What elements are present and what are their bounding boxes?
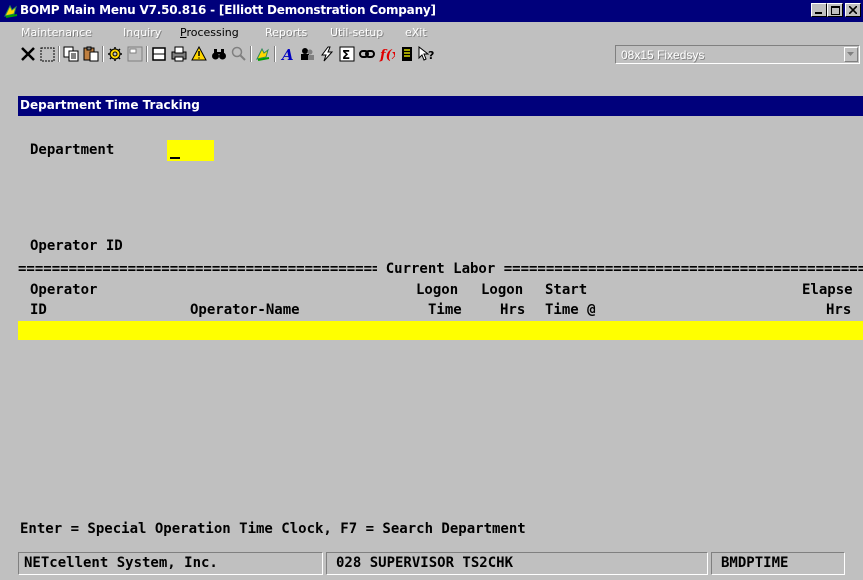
svg-text:?: ? — [428, 49, 434, 62]
elliott-logo-icon — [256, 47, 270, 61]
menu-inquiry[interactable]: Inquiry — [123, 26, 161, 39]
window-title: BOMP Main Menu V7.50.816 - [Elliott Demo… — [20, 3, 436, 17]
col-logon-2: Logon — [481, 282, 524, 298]
sigma-icon: Σ — [339, 46, 355, 62]
menu-util-setup[interactable]: Util-setup — [330, 26, 383, 39]
svg-text:A: A — [280, 46, 294, 62]
window-icon — [152, 47, 166, 61]
title-bar: BOMP Main Menu V7.50.816 - [Elliott Demo… — [0, 0, 863, 22]
status-company-panel: NETcellent System, Inc. — [18, 552, 323, 575]
calculator-tool-button[interactable]: Σ — [338, 45, 356, 63]
status-program: BMDPTIME — [721, 555, 789, 571]
lightning-icon — [321, 46, 334, 62]
select-tool-button[interactable] — [38, 45, 56, 63]
menu-maintenance[interactable]: Maintenance — [21, 26, 92, 39]
status-user: 028 SUPERVISOR TS2CHK — [336, 555, 514, 571]
help-pointer-icon: ? — [418, 46, 434, 62]
font-select[interactable]: 08x15 Fixedsys — [615, 45, 860, 64]
menu-bar: Maintenance Inquiry Processing Reports U… — [0, 22, 863, 42]
window-tool-button[interactable] — [150, 45, 168, 63]
form-icon — [127, 46, 143, 62]
text-cursor — [170, 157, 180, 159]
print-icon — [171, 46, 187, 62]
elliott-tool-button[interactable] — [254, 45, 272, 63]
screen-title: Department Time Tracking — [20, 98, 200, 112]
col-logon: Logon — [416, 282, 459, 298]
warning-tool-button[interactable] — [190, 45, 208, 63]
x-icon — [21, 47, 35, 61]
elliott-app-icon[interactable] — [3, 3, 19, 19]
col-start: Start — [545, 282, 588, 298]
col-time: Time — [428, 302, 462, 318]
close-icon — [849, 6, 857, 14]
users-icon — [301, 48, 314, 60]
svg-text:Σ: Σ — [342, 48, 350, 62]
maximize-button[interactable] — [827, 3, 843, 17]
font-select-value: 08x15 Fixedsys — [621, 48, 705, 62]
status-company: NETcellent System, Inc. — [24, 555, 218, 571]
menu-processing[interactable]: Processing — [180, 26, 239, 39]
selected-table-row[interactable] — [18, 321, 863, 340]
warning-icon — [191, 46, 207, 61]
binoculars-icon — [212, 49, 226, 60]
font-tool-button[interactable]: A — [278, 45, 296, 63]
col-id: ID — [30, 302, 47, 318]
copy-icon — [63, 46, 79, 62]
function-icon: f(x) — [379, 48, 395, 62]
operator-id-label: Operator ID — [30, 238, 123, 254]
function-tool-button[interactable]: f(x) — [378, 45, 396, 63]
toolbar: A Σ f(x) ? 08x15 Fixedsys — [0, 42, 863, 66]
terminal-area: Department Operator ID =================… — [18, 116, 863, 538]
settings-tool-button[interactable] — [106, 45, 124, 63]
col-time-at: Time @ — [545, 302, 596, 318]
col-operator-name: Operator-Name — [190, 302, 300, 318]
magnifier-icon — [231, 46, 246, 61]
help-tool-button[interactable]: ? — [418, 45, 436, 63]
help-line: Enter = Special Operation Time Clock, F7… — [20, 521, 526, 537]
maximize-icon — [830, 5, 840, 15]
form-tool-button[interactable] — [126, 45, 144, 63]
col-operator: Operator — [30, 282, 98, 298]
department-input[interactable] — [167, 140, 214, 161]
font-select-arrow[interactable] — [844, 47, 858, 62]
minimize-icon — [815, 12, 822, 14]
select-region-icon — [40, 47, 54, 61]
gear-icon — [108, 47, 122, 61]
status-bar: NETcellent System, Inc. 028 SUPERVISOR T… — [0, 543, 863, 580]
users-tool-button[interactable] — [298, 45, 316, 63]
menu-reports[interactable]: Reports — [265, 26, 307, 39]
col-hrs: Hrs — [500, 302, 526, 318]
paste-icon — [83, 46, 99, 62]
find-tool-button[interactable] — [210, 45, 228, 63]
svg-text:f(x): f(x) — [379, 48, 395, 62]
zoom-tool-button[interactable] — [230, 45, 248, 63]
paste-tool-button[interactable] — [82, 45, 100, 63]
notes-tool-button[interactable] — [398, 45, 416, 63]
lightning-tool-button[interactable] — [318, 45, 336, 63]
link-tool-button[interactable] — [358, 45, 376, 63]
link-icon — [359, 50, 375, 58]
close-button[interactable] — [845, 3, 861, 17]
cancel-tool-button[interactable] — [19, 45, 37, 63]
notes-icon — [402, 47, 412, 61]
copy-tool-button[interactable] — [62, 45, 80, 63]
status-user-panel: 028 SUPERVISOR TS2CHK — [326, 552, 708, 575]
screen-header: Department Time Tracking — [18, 96, 863, 116]
col-elapse: Elapse — [802, 282, 853, 298]
current-labor-label: Current Labor — [377, 261, 504, 277]
status-program-panel: BMDPTIME — [711, 552, 845, 575]
font-icon: A — [280, 46, 294, 62]
department-label: Department — [30, 142, 115, 158]
col-hrs-2: Hrs — [826, 302, 852, 318]
print-tool-button[interactable] — [170, 45, 188, 63]
menu-exit[interactable]: eXit — [405, 26, 427, 39]
minimize-button[interactable] — [811, 3, 827, 17]
chevron-down-icon — [847, 52, 854, 56]
current-labor-separator: ========================================… — [18, 261, 863, 277]
